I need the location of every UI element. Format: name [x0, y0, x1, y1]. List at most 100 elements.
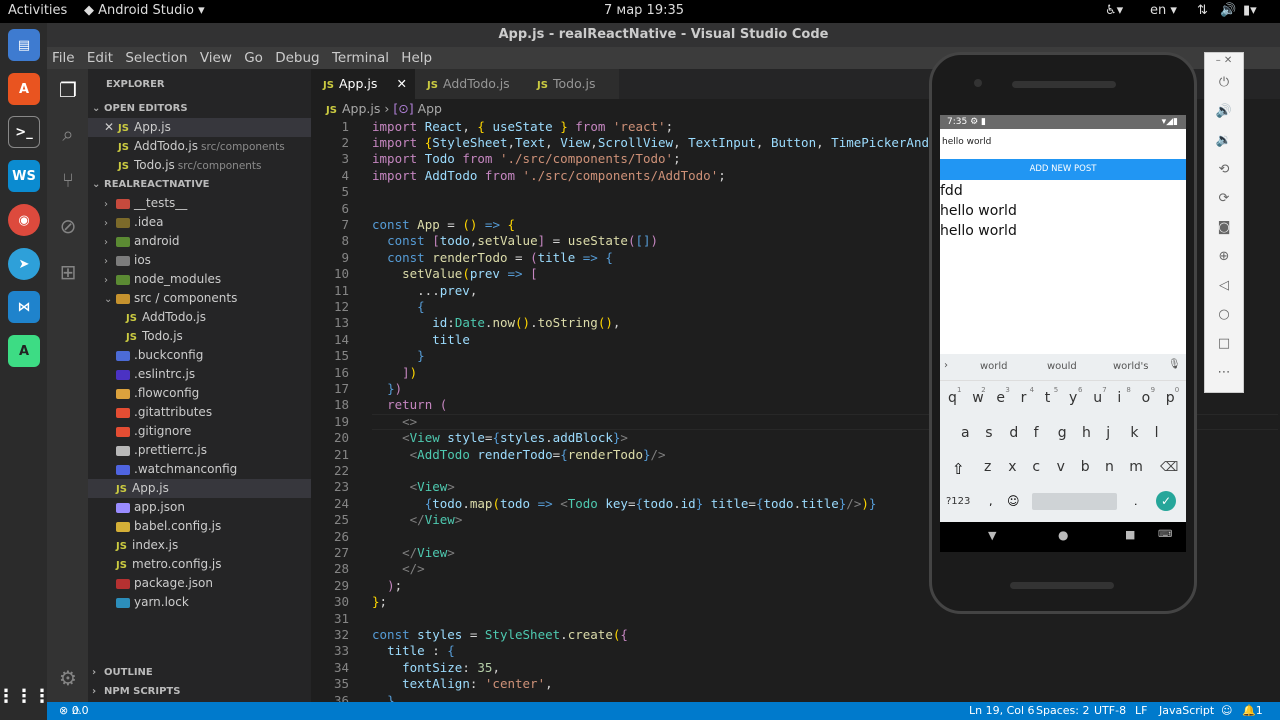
tree-item-ios-folder[interactable]: › ios [88, 251, 311, 270]
phone-screen[interactable]: 7:35 ⚙ ▮ ▾◢▮ hello world ADD NEW POST fdd… [940, 115, 1186, 522]
menu-view[interactable]: View [200, 47, 232, 69]
tab-todo-js[interactable]: JS Todo.js [525, 69, 619, 99]
backspace-icon[interactable]: ⌫ [1160, 460, 1178, 475]
language-indicator[interactable]: en ▾ [1150, 3, 1177, 18]
key-s[interactable]: s [985, 425, 992, 441]
open-editor-item[interactable]: JS Todo.js src/components [88, 156, 311, 175]
volume-icon[interactable]: 🔊 [1220, 3, 1236, 18]
search-icon[interactable]: ⌕ [55, 121, 81, 147]
clock[interactable]: 7 мар 19:35 [604, 3, 684, 18]
key-c[interactable]: c [1032, 459, 1040, 475]
show-apps-icon[interactable]: ⋮⋮⋮ [0, 680, 51, 712]
key-o[interactable]: o [1142, 390, 1151, 406]
check-icon[interactable]: ✓ [1156, 491, 1176, 511]
key-k[interactable]: k [1130, 425, 1138, 441]
power-icon[interactable]: ⏻ [1205, 75, 1243, 90]
files-icon[interactable]: ▤ [8, 29, 40, 61]
key-b[interactable]: b [1081, 459, 1090, 475]
app-menu[interactable]: ◆ Android Studio ▾ [84, 3, 205, 18]
tree-item-flowconfig-file[interactable]: .flowconfig [88, 384, 311, 403]
space-key[interactable] [1032, 493, 1117, 510]
tree-item-app-json-file[interactable]: app.json [88, 498, 311, 517]
mic-icon[interactable]: 🎙 [1168, 359, 1181, 370]
tree-item-todo-file[interactable]: JS Todo.js [88, 327, 311, 346]
breadcrumb-file[interactable]: App.js [342, 101, 380, 116]
tree-item-metro-config-file[interactable]: JS metro.config.js [88, 555, 311, 574]
debug-icon[interactable]: ⊘ [55, 213, 81, 239]
menu-edit[interactable]: Edit [87, 47, 113, 69]
suggestion[interactable]: world [980, 361, 1008, 372]
rotate-left-icon[interactable]: ⟲ [1205, 162, 1243, 177]
home-icon[interactable]: ○ [1205, 307, 1243, 322]
home-icon[interactable]: ● [1058, 528, 1068, 542]
open-editors-section[interactable]: ⌄ OPEN EDITORS [88, 99, 311, 118]
tab-app-js[interactable]: JS App.js ✕ [311, 69, 415, 99]
post-input[interactable]: hello world [942, 137, 991, 147]
key-t[interactable]: t [1045, 390, 1051, 406]
key-q[interactable]: q [948, 390, 957, 406]
back-icon[interactable]: ▼ [988, 529, 996, 542]
suggestion[interactable]: world's [1113, 361, 1149, 372]
add-new-post-button[interactable]: ADD NEW POST [940, 159, 1186, 180]
shift-icon[interactable]: ⇧ [952, 460, 965, 478]
problems-indicator[interactable]: ⊗ 0 ⚠ 0 [59, 702, 89, 720]
zoom-icon[interactable]: ⊕ [1205, 249, 1243, 264]
tab-addtodo-js[interactable]: JS AddTodo.js [415, 69, 525, 99]
explorer-icon[interactable]: ❐ [55, 77, 81, 103]
key-f[interactable]: f [1034, 425, 1039, 441]
key-h[interactable]: h [1082, 425, 1091, 441]
menu-go[interactable]: Go [244, 47, 263, 69]
tree-item-eslintrc-file[interactable]: .eslintrc.js [88, 365, 311, 384]
battery-icon[interactable]: ▮▾ [1243, 3, 1257, 18]
feedback-icon[interactable]: ☺ [1221, 702, 1232, 720]
source-control-icon[interactable]: ⑂ [55, 167, 81, 193]
accessibility-icon[interactable]: ♿▾ [1105, 3, 1123, 18]
key-e[interactable]: e [996, 390, 1005, 406]
chevron-right-icon[interactable]: › [944, 360, 948, 371]
settings-gear-icon[interactable]: ⚙ [55, 665, 81, 691]
key-y[interactable]: y [1069, 390, 1077, 406]
close-icon[interactable]: ✕ [104, 118, 118, 137]
overview-icon[interactable]: □ [1205, 336, 1243, 351]
chrome-icon[interactable]: ◉ [8, 204, 40, 236]
activities-button[interactable]: Activities [8, 3, 67, 18]
tree-item-android-folder[interactable]: › android [88, 232, 311, 251]
rotate-right-icon[interactable]: ⟳ [1205, 191, 1243, 206]
key-n[interactable]: n [1105, 459, 1114, 475]
breadcrumb-symbol[interactable]: App [418, 101, 442, 116]
open-editor-item[interactable]: JS AddTodo.js src/components [88, 137, 311, 156]
tree-item-yarn-lock-file[interactable]: yarn.lock [88, 593, 311, 612]
back-icon[interactable]: ◁ [1205, 278, 1243, 293]
volume-down-icon[interactable]: 🔉 [1205, 133, 1243, 148]
network-icon[interactable]: ⇅ [1197, 3, 1208, 18]
tree-item-buckconfig-file[interactable]: .buckconfig [88, 346, 311, 365]
project-section[interactable]: ⌄ REALREACTNATIVE [88, 175, 311, 194]
key-z[interactable]: z [984, 459, 991, 475]
keyboard-switch-icon[interactable]: ⌨ [1158, 529, 1172, 540]
tree-item-gitattributes-file[interactable]: .gitattributes [88, 403, 311, 422]
suggestion[interactable]: would [1047, 361, 1077, 372]
key-x[interactable]: x [1008, 459, 1016, 475]
tree-item-gitignore-file[interactable]: .gitignore [88, 422, 311, 441]
terminal-icon[interactable]: >_ [8, 116, 40, 148]
encoding[interactable]: UTF-8 [1094, 702, 1126, 720]
extensions-icon[interactable]: ⊞ [55, 259, 81, 285]
key-j[interactable]: j [1106, 425, 1110, 441]
eol[interactable]: LF [1135, 702, 1147, 720]
key-p[interactable]: p [1166, 390, 1175, 406]
camera-screenshot-icon[interactable]: ◙ [1205, 220, 1243, 235]
minimize-icon[interactable]: – ✕ [1205, 55, 1243, 66]
symbols-key[interactable]: ?123 [946, 496, 970, 507]
key-i[interactable]: i [1117, 390, 1121, 406]
language-mode[interactable]: JavaScript [1159, 702, 1214, 720]
indentation[interactable]: Spaces: 2 [1036, 702, 1089, 720]
recents-icon[interactable]: ■ [1125, 528, 1135, 541]
tree-item-src-components-folder[interactable]: ⌄ src / components [88, 289, 311, 308]
tree-item-watchmanconfig-file[interactable]: .watchmanconfig [88, 460, 311, 479]
npm-scripts-section[interactable]: › NPM SCRIPTS [88, 682, 311, 701]
menu-debug[interactable]: Debug [275, 47, 319, 69]
tree-item-node-modules-folder[interactable]: › node_modules [88, 270, 311, 289]
tree-item-babel-config-file[interactable]: babel.config.js [88, 517, 311, 536]
menu-terminal[interactable]: Terminal [332, 47, 389, 69]
emoji-icon[interactable]: ☺ [1007, 494, 1020, 508]
